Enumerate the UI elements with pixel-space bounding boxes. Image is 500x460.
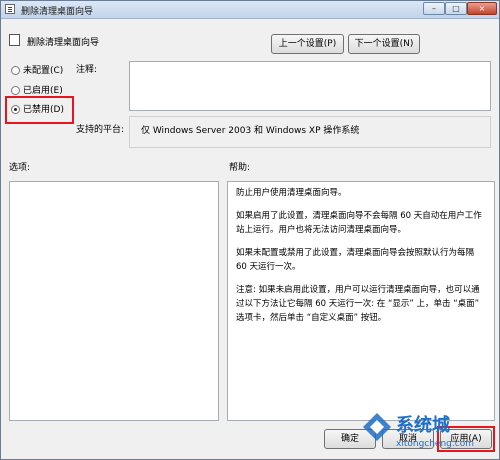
next-setting-button[interactable]: 下一个设置(N): [348, 34, 420, 54]
radio-label: 未配置(C): [23, 66, 64, 76]
watermark-url: xitongcheng.com: [396, 439, 474, 449]
window-title: 删除清理桌面向导: [21, 7, 94, 17]
radio-not-configured[interactable]: 未配置(C): [11, 64, 63, 78]
setting-title: 删除清理桌面向导: [27, 38, 100, 48]
disabled-highlight-box: [5, 96, 74, 124]
radio-icon[interactable]: [11, 66, 20, 75]
help-paragraph: 如果未配置或禁用了此设置，清理桌面向导会按照默认行为每隔 60 天运行一次。: [236, 248, 475, 272]
comment-label: 注释:: [76, 65, 98, 75]
minimize-button[interactable]: –: [423, 2, 445, 15]
maximize-button[interactable]: □: [445, 2, 467, 15]
policy-icon: [5, 4, 15, 14]
setting-icon: [9, 34, 20, 46]
watermark-logo-icon: [363, 413, 391, 441]
platform-value: 仅 Windows Server 2003 和 Windows XP 操作系统: [141, 126, 360, 136]
help-label: 帮助:: [229, 163, 251, 173]
dialog-window: 删除清理桌面向导 – □ × 删除清理桌面向导 上一个设置(P) 下一个设置(N…: [0, 0, 500, 460]
title-bar[interactable]: 删除清理桌面向导 – □ ×: [1, 1, 499, 19]
watermark-text: 系统城: [396, 415, 450, 436]
platform-label: 支持的平台:: [76, 125, 125, 135]
close-button[interactable]: ×: [467, 2, 497, 15]
comment-input[interactable]: [129, 61, 491, 111]
previous-setting-button[interactable]: 上一个设置(P): [271, 34, 344, 54]
radio-icon[interactable]: [11, 86, 20, 95]
help-panel[interactable]: 防止用户使用清理桌面向导。 如果启用了此设置，清理桌面向导不会每隔 60 天自动…: [227, 181, 495, 421]
help-paragraph: 防止用户使用清理桌面向导。: [236, 188, 347, 198]
help-paragraph: 如果启用了此设置，清理桌面向导不会每隔 60 天自动在用户工作站上运行。用户也将…: [236, 211, 482, 235]
help-paragraph: 注意: 如果未启用此设置，用户可以运行清理桌面向导，也可以通过以下方法让它每隔 …: [236, 285, 480, 323]
options-panel: [9, 181, 219, 421]
options-label: 选项:: [9, 163, 31, 173]
radio-label: 已启用(E): [23, 86, 63, 96]
